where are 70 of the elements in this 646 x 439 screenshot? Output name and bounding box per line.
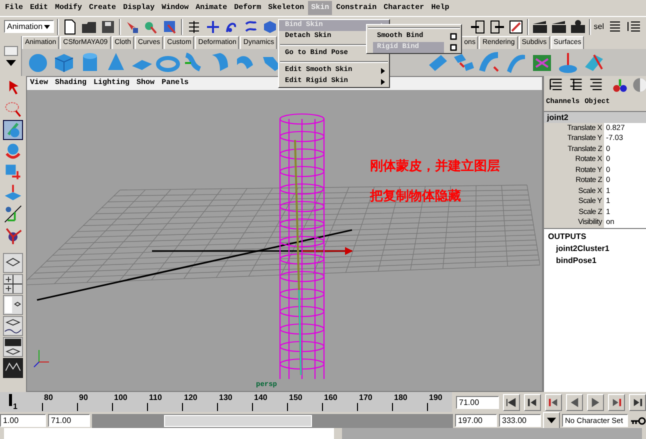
frame-label: 160 — [324, 393, 338, 402]
frame-label: 170 — [359, 393, 372, 402]
range-slider-handle[interactable] — [164, 414, 312, 426]
cube-icon[interactable] — [262, 18, 278, 34]
frame-label: 190 — [429, 393, 442, 402]
list-icon[interactable] — [607, 18, 623, 34]
four-view-icon[interactable] — [3, 274, 23, 294]
play-button[interactable] — [587, 394, 604, 410]
outputs-heading: OUTPUTS — [548, 230, 588, 242]
frame-label: 120 — [184, 393, 198, 402]
annotation-text: 刚体蒙皮，并建立图层 — [370, 157, 500, 175]
caret-icon[interactable] — [43, 22, 51, 30]
playback-start-field[interactable]: 71.00 — [48, 414, 90, 427]
step-forward-key-icon — [632, 396, 643, 408]
step-forward-frame-button[interactable] — [608, 394, 625, 410]
logo-icon[interactable] — [3, 358, 23, 378]
clapboard-icon[interactable] — [550, 18, 567, 34]
align-list-icon[interactable] — [588, 77, 604, 93]
arrow-into-box-icon[interactable] — [470, 18, 486, 34]
current-frame-label: 1 — [13, 402, 18, 411]
frame-label: 140 — [254, 393, 268, 402]
option-box-icon[interactable] — [450, 33, 457, 40]
frame-label: 150 — [289, 393, 302, 402]
annotation-text: 把复制物体隐藏 — [370, 187, 461, 205]
output-node[interactable]: bindPose1 — [548, 254, 642, 266]
frame-label: 110 — [149, 393, 162, 402]
align-list-icon[interactable] — [548, 77, 564, 93]
time-ruler[interactable]: 1 80 90 100 110 120 130 140 150 160 170 180 190 — [0, 392, 452, 412]
step-back-key-icon — [527, 396, 538, 408]
current-time-marker — [9, 394, 12, 406]
list-icon[interactable] — [626, 18, 642, 34]
frame-label: 90 — [79, 393, 88, 402]
shading-icon[interactable] — [632, 77, 646, 93]
playback-end-field[interactable]: 197.00 — [455, 414, 497, 427]
arrow-out-box-icon[interactable] — [488, 18, 505, 34]
axis-gizmo — [34, 350, 50, 368]
output-node[interactable]: joint2Cluster1 — [548, 242, 642, 254]
caret-icon — [546, 415, 557, 426]
end-time-field[interactable]: 333.00 — [499, 414, 541, 427]
save-icon[interactable] — [100, 18, 116, 34]
option-box-icon[interactable] — [450, 44, 457, 51]
frame-label: 180 — [394, 393, 408, 402]
render-region-icon[interactable] — [508, 18, 524, 34]
step-back-key-button[interactable] — [524, 394, 541, 410]
frame-label: 100 — [114, 393, 128, 402]
frame-label: 130 — [219, 393, 232, 402]
start-time-field[interactable]: 1.00 — [0, 414, 46, 427]
step-back-frame-icon — [548, 396, 559, 408]
current-time-field[interactable]: 71.00 — [456, 396, 499, 408]
play-backward-button[interactable] — [566, 394, 583, 410]
node-name: joint2 — [544, 112, 646, 122]
go-to-start-icon — [506, 396, 517, 408]
selection-mode-label: sel — [594, 20, 604, 32]
play-icon — [590, 396, 601, 408]
go-to-start-button[interactable] — [503, 394, 520, 410]
lasso-icon[interactable] — [3, 99, 23, 119]
step-forward-key-button[interactable] — [629, 394, 646, 410]
single-view-icon[interactable] — [3, 253, 23, 273]
mode-dropdown[interactable]: Animation — [4, 20, 54, 33]
shelf-menu-arrow-icon[interactable] — [6, 60, 16, 66]
clapboard-icon[interactable] — [532, 18, 548, 34]
align-list-icon[interactable] — [568, 77, 584, 93]
step-forward-frame-icon — [611, 396, 622, 408]
command-line-field[interactable] — [4, 428, 334, 439]
step-back-frame-button[interactable] — [545, 394, 562, 410]
play-backward-icon — [569, 396, 580, 408]
frame-label: 80 — [44, 393, 53, 402]
x-axis-arrow — [302, 247, 353, 255]
plus-icon[interactable] — [205, 18, 221, 34]
character-set-dropdown-button[interactable] — [543, 412, 560, 429]
